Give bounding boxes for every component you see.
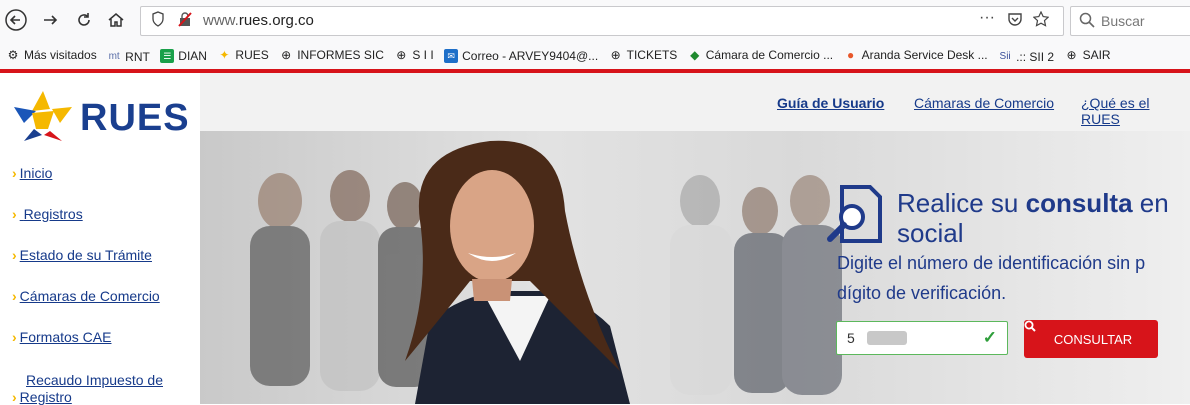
sidebar-item-estado-tramite[interactable]: › Estado de su Trámite [12, 247, 152, 263]
globe-icon: ⊕ [396, 47, 407, 62]
chevron-right-icon: › [12, 389, 17, 405]
bookmarks-bar: ⚙ Más visitados mt RNT ☰ DIAN ✦ RUES ⊕ INFORM… [0, 40, 1190, 73]
browser-search-bar[interactable]: Buscar [1070, 6, 1190, 36]
insecure-lock-icon[interactable] [177, 11, 193, 31]
hero-banner: Realice su consulta en social Digite el … [200, 131, 1190, 404]
hero-subtitle: Digite el número de identificación sin p… [837, 253, 1146, 303]
bookmark-camara[interactable]: ◆ Cámara de Comercio ... [688, 40, 833, 69]
globe-icon: ⊕ [281, 47, 292, 62]
bookmark-sair[interactable]: ⊕ SAIR [1065, 40, 1111, 69]
hero-title: Realice su consulta en social [897, 188, 1169, 248]
bookmark-mas-visitados[interactable]: ⚙ Más visitados [6, 40, 97, 69]
chevron-right-icon: › [12, 247, 17, 263]
redacted-value [867, 331, 907, 345]
camara-icon: ◆ [690, 47, 700, 62]
sidebar-item-formatos-cae[interactable]: › Formatos CAE [12, 329, 111, 345]
sidebar-item-recaudo[interactable]: Recaudo Impuesto de [26, 372, 163, 388]
pocket-icon[interactable] [1007, 11, 1023, 31]
globe-icon: ⊕ [1066, 47, 1077, 62]
reload-icon[interactable] [72, 8, 96, 32]
nit-input-value: 5 [847, 330, 855, 346]
globe-icon: ⊕ [610, 47, 621, 62]
shield-icon[interactable] [151, 11, 165, 31]
nav-guia-usuario[interactable]: Guía de Usuario [777, 95, 884, 111]
dian-icon: ☰ [160, 48, 175, 63]
bookmark-rnt[interactable]: mt RNT [107, 42, 150, 69]
gear-icon: ⚙ [7, 47, 19, 62]
chevron-right-icon: › [12, 288, 17, 304]
forward-icon[interactable] [38, 8, 62, 32]
url-text: www.rues.org.co [203, 12, 314, 29]
sidebar-item-camaras[interactable]: › Cámaras de Comercio [12, 288, 160, 304]
sidebar-item-registros[interactable]: › Registros [12, 206, 83, 222]
site-top-nav: Guía de Usuario Cámaras de Comercio ¿Qué… [200, 73, 1190, 131]
bookmark-sii[interactable]: ⊕ S I I [394, 40, 433, 69]
aranda-icon: ● [846, 47, 855, 62]
bookmark-correo[interactable]: ✉ Correo - ARVEY9404@... [444, 41, 598, 69]
chevron-right-icon: › [12, 206, 17, 222]
bookmark-rues[interactable]: ✦ RUES [217, 40, 268, 69]
rues-logo[interactable]: RUES [12, 87, 192, 147]
chevron-right-icon: › [12, 329, 17, 345]
document-search-icon [822, 183, 884, 245]
bookmark-dian[interactable]: ☰ DIAN [160, 41, 207, 69]
consultar-button[interactable]: CONSULTAR [1024, 320, 1158, 358]
bookmark-tickets[interactable]: ⊕ TICKETS [609, 40, 678, 69]
url-bar[interactable]: www.rues.org.co ··· [140, 6, 1064, 36]
logo-text: RUES [80, 97, 190, 139]
outlook-icon: ✉ [444, 48, 459, 63]
bookmark-informes-sic[interactable]: ⊕ INFORMES SIC [279, 40, 384, 69]
page-actions-icon[interactable]: ··· [979, 9, 995, 27]
sidebar-item-inicio[interactable]: › Inicio [12, 165, 52, 181]
nit-input[interactable]: 5 ✓ [836, 321, 1008, 355]
rues-logo-icon [14, 91, 72, 141]
sidebar: RUES › Inicio › Registros › Estado de su T… [0, 73, 200, 405]
bookmark-star-icon[interactable] [1032, 10, 1050, 31]
rnt-icon: mt [108, 50, 120, 62]
sidebar-item-registro[interactable]: › Registro [12, 389, 72, 405]
nav-camaras-comercio[interactable]: Cámaras de Comercio [914, 95, 1054, 111]
back-icon[interactable] [4, 8, 28, 32]
browser-toolbar: www.rues.org.co ··· Buscar [0, 0, 1190, 40]
search-icon [1079, 12, 1095, 33]
home-icon[interactable] [104, 8, 128, 32]
bookmark-sii2[interactable]: Sii.:: SII 2 [998, 42, 1055, 69]
search-placeholder: Buscar [1101, 13, 1145, 29]
bookmark-aranda[interactable]: ● Aranda Service Desk ... [844, 40, 988, 69]
sii-icon: Sii [999, 50, 1011, 62]
rues-star-icon: ✦ [219, 47, 230, 62]
nav-que-es-rues[interactable]: ¿Qué es el RUES [1081, 95, 1190, 127]
chevron-right-icon: › [12, 165, 17, 181]
check-icon: ✓ [982, 328, 997, 347]
